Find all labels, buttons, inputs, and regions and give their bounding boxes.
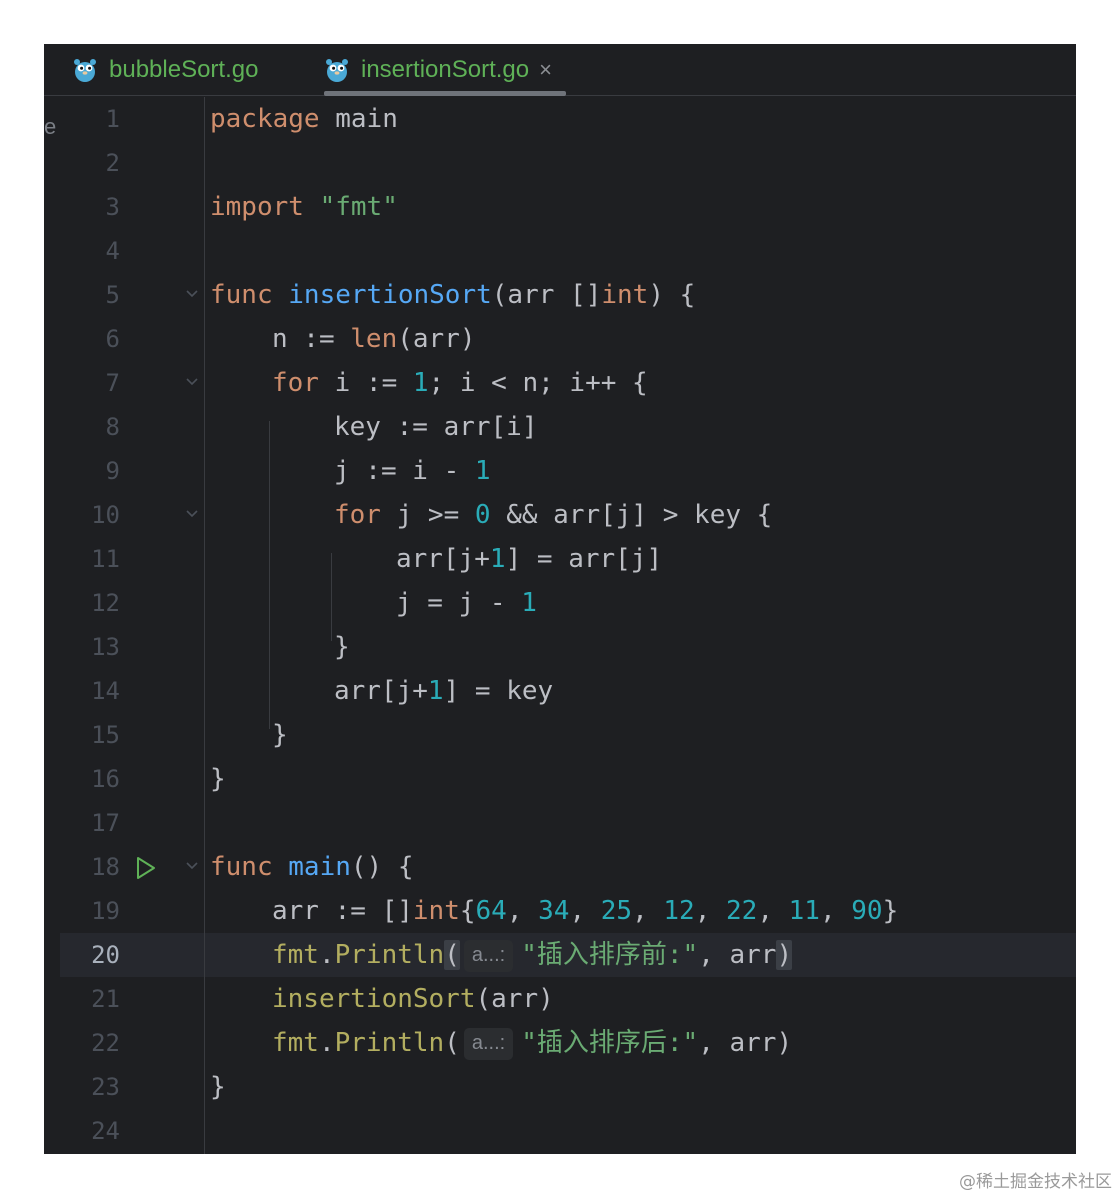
code-text: insertionSort(arr) [272,984,554,1014]
code-line: 15 } [60,713,1076,757]
code-line: 22 fmt.Println(a...: "插入排序后:", arr) [60,1021,1076,1065]
line-number: 4 [105,237,120,265]
parameter-hint: a...: [463,1028,514,1060]
tab-label: insertionSort.go [361,55,530,83]
code-text: for i := 1; i < n; i++ { [272,368,648,398]
code-text: n := len(arr) [272,324,476,354]
line-number: 11 [91,545,120,573]
parameter-hint: a...: [463,940,514,972]
fold-arrow-icon[interactable] [184,285,200,301]
line-number: 8 [105,413,120,441]
line-number: 2 [105,149,120,177]
code-text: func main() { [210,852,414,882]
code-line: 7 for i := 1; i < n; i++ { [60,361,1076,405]
code-text: arr := []int{64, 34, 25, 12, 22, 11, 90} [272,896,899,926]
tab-label: bubbleSort.go [109,55,259,83]
code-line: 24 [60,1109,1076,1153]
code-text: import "fmt" [210,192,398,222]
tab-insertionsort[interactable]: insertionSort.go × [324,44,566,96]
line-number: 17 [91,809,120,837]
line-number: 1 [105,105,120,133]
line-number: 24 [91,1117,120,1145]
code-editor[interactable]: 1 package main 2 3 import "fmt" 4 5 func… [60,97,1076,1154]
fold-arrow-icon[interactable] [184,373,200,389]
line-number: 15 [91,721,120,749]
code-text: for j >= 0 && arr[j] > key { [334,500,773,530]
line-number: 22 [91,1029,120,1057]
line-number: 6 [105,325,120,353]
line-number: 21 [91,985,120,1013]
code-line: 5 func insertionSort(arr []int) { [60,273,1076,317]
line-number: 23 [91,1073,120,1101]
code-text: arr[j+1] = key [334,676,554,706]
code-line: 3 import "fmt" [60,185,1076,229]
fold-arrow-icon[interactable] [184,857,200,873]
code-line: 11 arr[j+1] = arr[j] [60,537,1076,581]
line-number: 19 [91,897,120,925]
code-line: 6 n := len(arr) [60,317,1076,361]
line-number: 3 [105,193,120,221]
code-text: } [334,632,350,662]
close-icon[interactable]: × [539,57,552,83]
line-number: 9 [105,457,120,485]
tab-bubblesort[interactable]: bubbleSort.go [72,44,258,95]
code-line: 8 key := arr[i] [60,405,1076,449]
tab-bar: bubbleSort.go insertionSort.go × [44,44,1076,96]
line-number: 10 [91,501,120,529]
code-line: 23 } [60,1065,1076,1109]
code-line: 19 arr := []int{64, 34, 25, 12, 22, 11, … [60,889,1076,933]
code-line: 21 insertionSort(arr) [60,977,1076,1021]
line-number: 12 [91,589,120,617]
line-number: 18 [91,853,120,881]
code-line: 1 package main [60,97,1076,141]
code-text: key := arr[i] [334,412,538,442]
code-line: 2 [60,141,1076,185]
code-line-current: 20 fmt.Println(a...: "插入排序前:", arr) [60,933,1076,977]
fold-arrow-icon[interactable] [184,505,200,521]
code-text: fmt.Println(a...: "插入排序前:", arr) [272,940,793,972]
code-text: arr[j+1] = arr[j] [396,544,663,574]
code-line: 16 } [60,757,1076,801]
line-number: 5 [105,281,120,309]
line-number: 13 [91,633,120,661]
line-number: 7 [105,369,120,397]
code-line: 17 [60,801,1076,845]
code-line: 4 [60,229,1076,273]
clipped-edge-text: e [44,114,57,139]
code-text: } [210,764,226,794]
line-number: 16 [91,765,120,793]
code-text: fmt.Println(a...: "插入排序后:", arr) [272,1028,793,1060]
gopher-icon [74,58,96,82]
code-line: 13 } [60,625,1076,669]
code-text: j := i - 1 [334,456,491,486]
gopher-icon [326,58,348,82]
editor-window: bubbleSort.go insertionSort.go × e 1 pac… [44,44,1076,1154]
code-line: 10 for j >= 0 && arr[j] > key { [60,493,1076,537]
code-text: j = j - 1 [396,588,537,618]
code-line: 18 func main() { [60,845,1076,889]
run-icon[interactable] [132,855,158,881]
code-line: 12 j = j - 1 [60,581,1076,625]
code-line: 9 j := i - 1 [60,449,1076,493]
code-text: } [210,1072,226,1102]
watermark: @稀土掘金技术社区 [959,1172,1112,1192]
code-text: } [272,720,288,750]
code-line: 14 arr[j+1] = key [60,669,1076,713]
line-number: 14 [91,677,120,705]
code-text: package main [210,104,398,134]
line-number: 20 [91,941,120,969]
code-text: func insertionSort(arr []int) { [210,280,696,310]
